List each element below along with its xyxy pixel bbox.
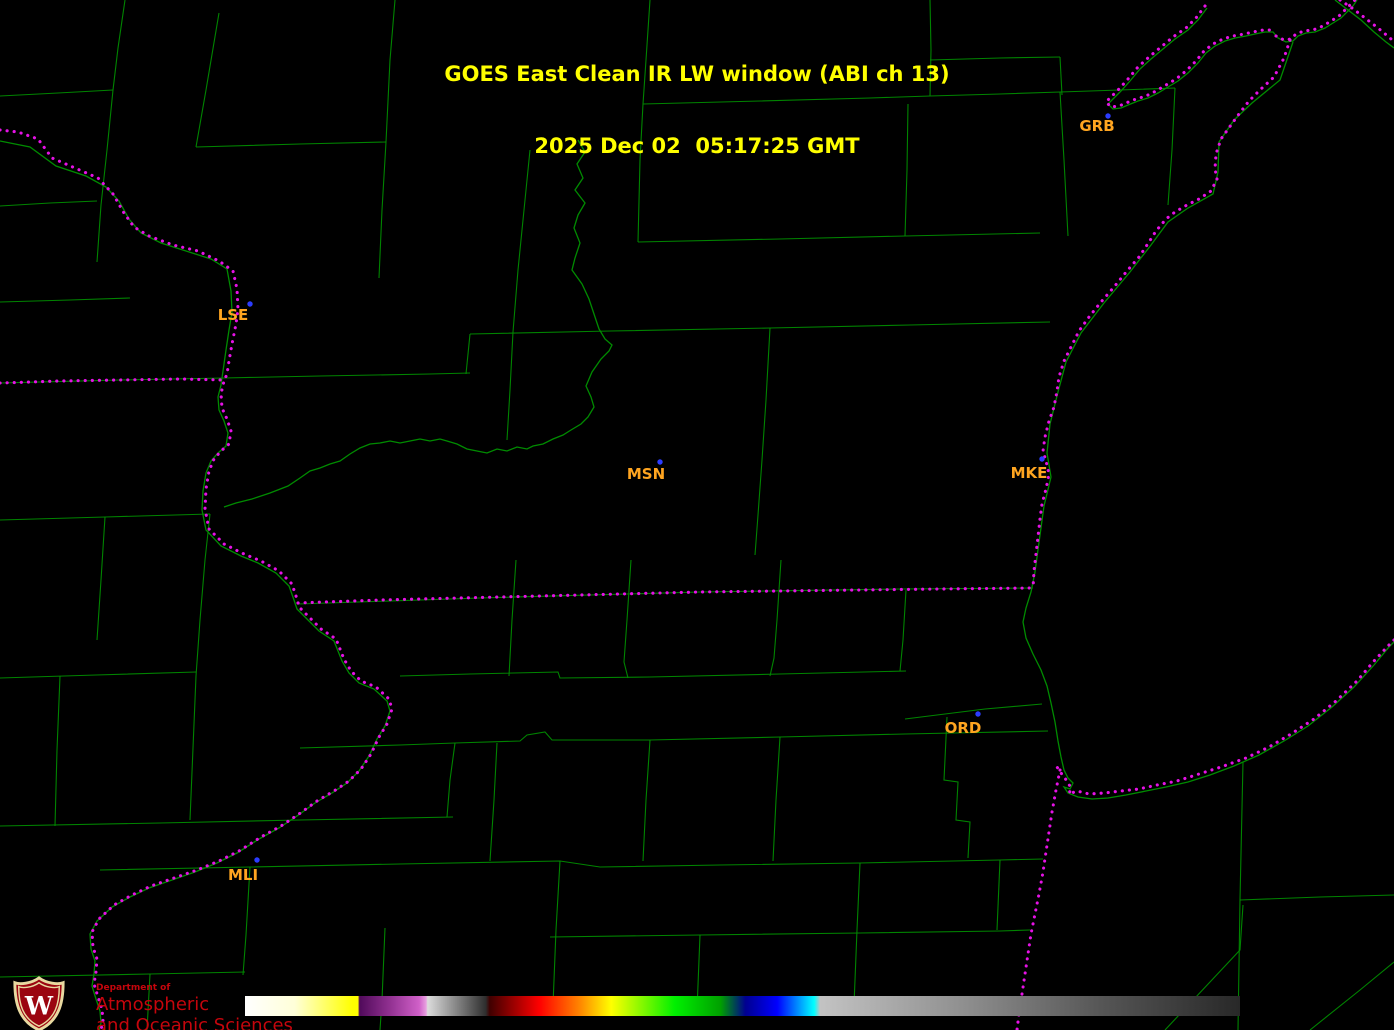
county-boundary-line bbox=[469, 321, 1051, 335]
county-boundary-line bbox=[489, 742, 498, 862]
county-boundary-line bbox=[904, 703, 1043, 720]
county-boundary-line bbox=[446, 742, 456, 818]
state-border-dotted-line bbox=[0, 128, 394, 1030]
station-marker bbox=[1039, 456, 1045, 462]
station-marker bbox=[975, 711, 981, 717]
county-boundary-line bbox=[399, 670, 907, 679]
satellite-image-viewport: GRB LSE MSN MKE ORD MLI GOES East Clean IR LW… bbox=[0, 0, 1394, 1030]
station-label: LSE bbox=[218, 306, 249, 324]
county-boundary-line bbox=[1239, 894, 1394, 901]
county-boundary-line bbox=[899, 589, 907, 672]
station-label: MSN bbox=[627, 465, 665, 483]
county-boundary-line bbox=[996, 859, 1001, 931]
county-boundary-line bbox=[943, 716, 971, 859]
county-boundary-line bbox=[195, 513, 211, 677]
county-boundary-line bbox=[642, 739, 651, 862]
county-boundary-line bbox=[754, 327, 771, 556]
title-line-2: 2025 Dec 02 05:17:25 GMT bbox=[534, 134, 860, 158]
station-marker bbox=[657, 459, 663, 465]
svg-text:W: W bbox=[24, 991, 54, 1021]
station-label: MLI bbox=[228, 866, 258, 884]
county-boundary-line bbox=[96, 516, 106, 641]
county-boundary-line bbox=[623, 559, 632, 679]
county-boundary-line bbox=[0, 297, 131, 303]
county-boundary-line bbox=[189, 675, 197, 821]
county-boundary-line bbox=[769, 559, 782, 677]
county-boundary-line bbox=[54, 675, 61, 827]
station-label: MKE bbox=[1011, 464, 1048, 482]
county-boundary-line bbox=[853, 862, 861, 1006]
uw-aos-logo: W Department of Atmospheric and Oceanic … bbox=[8, 975, 293, 1030]
station-layer: GRBLSEMSN MKEORDMLI bbox=[218, 113, 1115, 884]
logo-line-1: Atmospheric bbox=[96, 994, 210, 1015]
county-boundary-line bbox=[1237, 761, 1244, 1030]
county-boundary-line bbox=[549, 929, 1031, 938]
logo-line-2: and Oceanic Sciences bbox=[96, 1015, 293, 1030]
title-line-1: GOES East Clean IR LW window (ABI ch 13) bbox=[444, 62, 950, 86]
shoreline bbox=[0, 140, 391, 1030]
county-boundary-line bbox=[1309, 961, 1394, 1030]
state-border-dotted-line bbox=[1015, 768, 1062, 1030]
county-boundary-line bbox=[552, 860, 561, 1006]
station-marker bbox=[254, 857, 260, 863]
logo-dept-line: Department of bbox=[96, 983, 171, 993]
county-boundary-line bbox=[506, 331, 514, 441]
station-label: ORD bbox=[945, 719, 982, 737]
logo-text: Department of Atmospheric and Oceanic Sc… bbox=[96, 975, 293, 1030]
county-boundary-line bbox=[223, 372, 471, 379]
temperature-colorbar bbox=[245, 996, 1240, 1016]
image-title: GOES East Clean IR LW window (ABI ch 13)… bbox=[0, 14, 1394, 206]
county-boundary-line bbox=[0, 816, 454, 827]
county-boundary-line bbox=[637, 232, 1041, 243]
state-border-dotted-line bbox=[1055, 638, 1394, 797]
county-boundary-line bbox=[772, 736, 781, 862]
county-boundary-line bbox=[508, 559, 517, 677]
uw-crest-icon: W bbox=[13, 976, 65, 1030]
county-boundary-line bbox=[0, 671, 197, 679]
county-boundary-line bbox=[465, 333, 471, 375]
